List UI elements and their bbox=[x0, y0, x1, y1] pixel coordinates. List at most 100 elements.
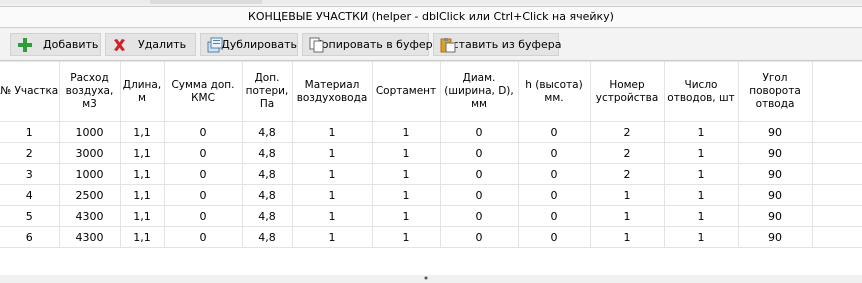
table-cell[interactable]: 2 bbox=[0, 142, 60, 164]
top-tab-strip bbox=[0, 0, 862, 4]
column-header[interactable]: Угол поворота отвода bbox=[737, 61, 813, 122]
table-cell[interactable]: 1 bbox=[663, 184, 739, 206]
table-cell[interactable]: 4300 bbox=[58, 205, 121, 227]
table-cell[interactable]: 4,8 bbox=[241, 184, 293, 206]
table-cell[interactable]: 0 bbox=[517, 142, 591, 164]
active-tab-indicator[interactable] bbox=[150, 0, 262, 4]
table-cell[interactable]: 3000 bbox=[58, 142, 121, 164]
table-cell[interactable]: 1 bbox=[663, 205, 739, 227]
column-header[interactable]: Число отводов, шт bbox=[663, 61, 739, 122]
table-cell[interactable]: 1 bbox=[0, 121, 60, 143]
table-cell[interactable]: 1,1 bbox=[119, 142, 165, 164]
table-cell[interactable]: 1 bbox=[663, 226, 739, 248]
table-cell[interactable]: 1,1 bbox=[119, 205, 165, 227]
table-cell[interactable]: 1,1 bbox=[119, 163, 165, 185]
table-cell[interactable]: 0 bbox=[163, 184, 243, 206]
add-button-label: Добавить bbox=[43, 38, 99, 51]
table-cell[interactable]: 0 bbox=[439, 184, 519, 206]
table-cell[interactable]: 4,8 bbox=[241, 205, 293, 227]
paste-from-buffer-button[interactable]: Вставить из буфера bbox=[433, 33, 561, 56]
table-cell[interactable]: 90 bbox=[737, 184, 813, 206]
table-cell[interactable]: 1 bbox=[589, 226, 665, 248]
column-header[interactable]: Материал воздуховода bbox=[291, 61, 373, 122]
table-cell[interactable]: 3 bbox=[0, 163, 60, 185]
duplicate-button[interactable]: Дублировать bbox=[200, 33, 298, 56]
table-cell[interactable]: 1 bbox=[371, 205, 441, 227]
table-cell[interactable]: 0 bbox=[439, 205, 519, 227]
table-cell[interactable]: 0 bbox=[439, 121, 519, 143]
table-cell[interactable]: 1 bbox=[371, 226, 441, 248]
copy-to-buffer-button[interactable]: Копировать в буфер bbox=[302, 33, 433, 56]
table-cell[interactable]: 1,1 bbox=[119, 226, 165, 248]
table-cell[interactable]: 1 bbox=[371, 121, 441, 143]
table-cell[interactable]: 1 bbox=[291, 142, 373, 164]
table-cell[interactable]: 2 bbox=[589, 163, 665, 185]
delete-button[interactable]: Удалить bbox=[105, 33, 196, 56]
column-header[interactable]: Доп. потери, Па bbox=[241, 61, 293, 122]
table-cell[interactable]: 1 bbox=[371, 184, 441, 206]
table-cell[interactable]: 0 bbox=[517, 121, 591, 143]
table-cell[interactable]: 0 bbox=[439, 142, 519, 164]
column-header[interactable]: Сортамент bbox=[371, 61, 441, 122]
column-header[interactable]: Диам. (ширина, D), мм bbox=[439, 61, 519, 122]
table-cell[interactable]: 0 bbox=[439, 226, 519, 248]
table-cell[interactable]: 0 bbox=[517, 163, 591, 185]
table-cell[interactable]: 4300 bbox=[58, 226, 121, 248]
table-cell[interactable]: 1 bbox=[291, 163, 373, 185]
table-cell[interactable]: 4 bbox=[0, 184, 60, 206]
table-cell[interactable]: 4,8 bbox=[241, 121, 293, 143]
table-cell[interactable]: 4,8 bbox=[241, 163, 293, 185]
table-cell[interactable]: 0 bbox=[163, 205, 243, 227]
table-cell[interactable]: 1 bbox=[589, 205, 665, 227]
table-row[interactable]: 5 4300 1,1 0 4,8 1 1 0 0 1 1 90 bbox=[0, 205, 862, 227]
table-cell[interactable]: 1 bbox=[291, 121, 373, 143]
table-row[interactable]: 3 1000 1,1 0 4,8 1 1 0 0 2 1 90 bbox=[0, 163, 862, 185]
column-header[interactable]: Сумма доп. КМС bbox=[163, 61, 243, 122]
table-cell[interactable]: 1,1 bbox=[119, 121, 165, 143]
table-cell[interactable]: 1 bbox=[371, 142, 441, 164]
table-row[interactable]: 1 1000 1,1 0 4,8 1 1 0 0 2 1 90 bbox=[0, 121, 862, 143]
table-cell[interactable]: 1 bbox=[663, 121, 739, 143]
table-cell[interactable]: 1 bbox=[291, 226, 373, 248]
column-header[interactable]: № Участка bbox=[0, 61, 60, 122]
table-cell[interactable]: 0 bbox=[517, 205, 591, 227]
table-cell[interactable]: 4,8 bbox=[241, 142, 293, 164]
table-cell[interactable]: 1000 bbox=[58, 163, 121, 185]
table-cell[interactable]: 1,1 bbox=[119, 184, 165, 206]
table-cell[interactable]: 1 bbox=[371, 163, 441, 185]
table-cell[interactable]: 0 bbox=[163, 163, 243, 185]
table-cell[interactable]: 1 bbox=[291, 205, 373, 227]
table-cell[interactable]: 2500 bbox=[58, 184, 121, 206]
table-cell[interactable]: 1000 bbox=[58, 121, 121, 143]
table-cell[interactable]: 90 bbox=[737, 163, 813, 185]
table-cell[interactable]: 0 bbox=[163, 142, 243, 164]
table-cell[interactable]: 2 bbox=[589, 142, 665, 164]
column-header[interactable]: h (высота) мм. bbox=[517, 61, 591, 122]
table-row[interactable]: 4 2500 1,1 0 4,8 1 1 0 0 1 1 90 bbox=[0, 184, 862, 206]
table-cell[interactable]: 1 bbox=[663, 163, 739, 185]
table-row[interactable]: 6 4300 1,1 0 4,8 1 1 0 0 1 1 90 bbox=[0, 226, 862, 248]
table-cell[interactable]: 2 bbox=[589, 121, 665, 143]
copy-button-label: Копировать в буфер bbox=[314, 38, 433, 51]
table-cell[interactable]: 90 bbox=[737, 226, 813, 248]
red-x-icon bbox=[112, 37, 128, 53]
column-header[interactable]: Номер устройства bbox=[589, 61, 665, 122]
table-cell[interactable]: 1 bbox=[589, 184, 665, 206]
table-cell[interactable]: 0 bbox=[517, 226, 591, 248]
column-header[interactable]: Длина, м bbox=[119, 61, 165, 122]
table-cell[interactable]: 90 bbox=[737, 121, 813, 143]
add-button[interactable]: Добавить bbox=[10, 33, 101, 56]
table-cell[interactable]: 4,8 bbox=[241, 226, 293, 248]
table-cell[interactable]: 90 bbox=[737, 205, 813, 227]
table-row[interactable]: 2 3000 1,1 0 4,8 1 1 0 0 2 1 90 bbox=[0, 142, 862, 164]
table-cell[interactable]: 0 bbox=[517, 184, 591, 206]
table-cell[interactable]: 1 bbox=[291, 184, 373, 206]
table-cell[interactable]: 0 bbox=[163, 226, 243, 248]
column-header[interactable]: Расход воздуха, м3 bbox=[58, 61, 121, 122]
table-cell[interactable]: 0 bbox=[439, 163, 519, 185]
table-cell[interactable]: 90 bbox=[737, 142, 813, 164]
table-cell[interactable]: 6 bbox=[0, 226, 60, 248]
table-cell[interactable]: 0 bbox=[163, 121, 243, 143]
table-cell[interactable]: 5 bbox=[0, 205, 60, 227]
table-cell[interactable]: 1 bbox=[663, 142, 739, 164]
